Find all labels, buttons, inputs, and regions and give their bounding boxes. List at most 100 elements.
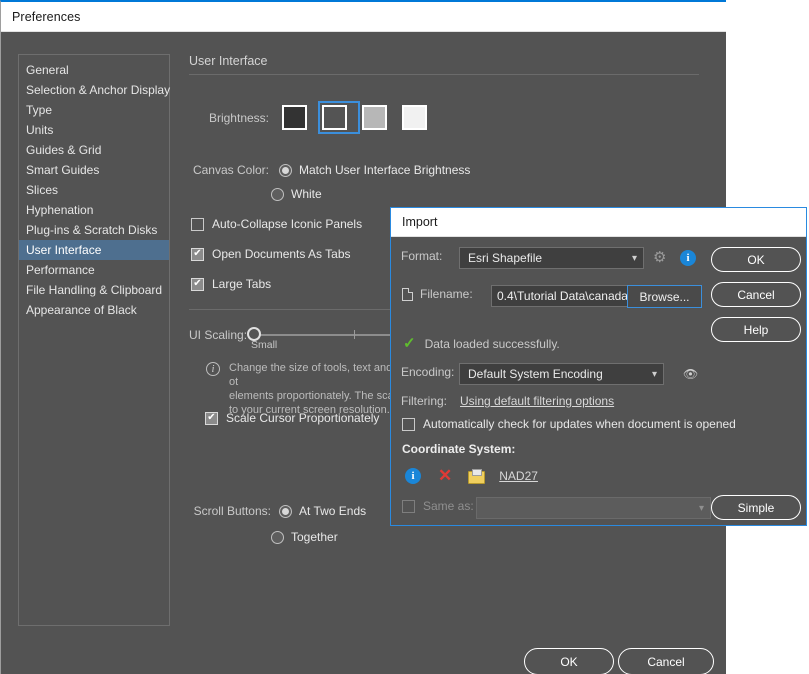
- chevron-down-icon: ▾: [631, 252, 637, 264]
- brightness-row: Brightness:: [189, 101, 489, 134]
- filtering-row: Filtering: Using default filtering optio…: [401, 394, 614, 408]
- red-x-icon[interactable]: ✕: [438, 467, 452, 484]
- brightness-swatch-dark-chip: [322, 105, 347, 130]
- same-as-row: Same as:: [402, 499, 474, 513]
- chevron-down-icon: ▾: [651, 368, 657, 380]
- sidebar-item-appearance-of-black[interactable]: Appearance of Black: [19, 300, 169, 320]
- auto-collapse-checkbox[interactable]: [191, 217, 204, 231]
- open-documents-as-tabs-row[interactable]: Open Documents As Tabs: [191, 247, 351, 261]
- scale-cursor-row[interactable]: Scale Cursor Proportionately: [205, 411, 379, 425]
- canvas-color-radio-white[interactable]: [271, 187, 284, 201]
- green-check-icon: ✓: [403, 335, 416, 352]
- filename-input[interactable]: 0.4\Tutorial Data\canada.shp: [491, 285, 638, 307]
- preferences-title: Preferences: [12, 9, 81, 24]
- auto-collapse-label: Auto-Collapse Iconic Panels: [212, 217, 363, 231]
- scroll-buttons-radio-together[interactable]: [271, 530, 284, 544]
- scale-cursor-checkbox[interactable]: [205, 411, 218, 425]
- status-row: ✓ Data loaded successfully.: [403, 336, 560, 351]
- ui-scaling-slider-tick: [354, 330, 356, 339]
- import-help-button[interactable]: Help: [711, 317, 801, 342]
- format-info-icon[interactable]: i: [680, 250, 696, 266]
- sidebar-item-plugins-scratch-disks[interactable]: Plug-ins & Scratch Disks: [19, 220, 169, 240]
- coordinate-system-row: i ✕ NAD27: [405, 467, 538, 484]
- import-titlebar: Import: [391, 208, 806, 237]
- canvas-color-radio-match-ui[interactable]: [279, 163, 292, 177]
- sidebar-item-general[interactable]: General: [19, 60, 169, 80]
- coordinate-system-value-link[interactable]: NAD27: [499, 469, 538, 483]
- canvas-color-row: Canvas Color: Match User Interface Brigh…: [189, 163, 470, 177]
- canvas-color-white-row: White: [271, 187, 322, 201]
- brightness-swatch-dark[interactable]: [318, 101, 360, 134]
- encoding-select-value: Default System Encoding: [468, 367, 603, 381]
- sidebar-item-slices[interactable]: Slices: [19, 180, 169, 200]
- format-select[interactable]: Esri Shapefile ▾: [459, 247, 644, 269]
- pane-title-divider: [189, 74, 699, 75]
- brightness-swatch-lightest[interactable]: [399, 102, 430, 133]
- ui-scaling-note-row: i Change the size of tools, text and ot …: [206, 361, 404, 417]
- filename-input-value: 0.4\Tutorial Data\canada.shp: [497, 289, 638, 303]
- preferences-ok-button[interactable]: OK: [524, 648, 614, 674]
- auto-collapse-row[interactable]: Auto-Collapse Iconic Panels: [191, 217, 362, 231]
- canvas-color-option-white-label: White: [291, 187, 322, 201]
- format-select-value: Esri Shapefile: [468, 251, 543, 265]
- encoding-select[interactable]: Default System Encoding ▾: [459, 363, 664, 385]
- sidebar-item-hyphenation[interactable]: Hyphenation: [19, 200, 169, 220]
- encoding-row: Encoding:: [401, 365, 454, 379]
- sidebar-item-performance[interactable]: Performance: [19, 260, 169, 280]
- ui-scaling-note-text: Change the size of tools, text and ot el…: [229, 362, 402, 416]
- import-title: Import: [402, 215, 438, 229]
- same-as-checkbox[interactable]: [402, 499, 415, 513]
- encoding-label: Encoding:: [401, 365, 455, 379]
- format-label: Format:: [401, 249, 443, 263]
- chevron-down-icon: ▾: [698, 502, 704, 514]
- import-dialog-body: Format: Esri Shapefile ▾ ⚙ i Filename: 0…: [391, 237, 806, 525]
- large-tabs-checkbox[interactable]: [191, 277, 204, 291]
- canvas-color-option-match-ui-label: Match User Interface Brightness: [299, 163, 471, 177]
- scale-cursor-label: Scale Cursor Proportionately: [226, 411, 380, 425]
- sidebar-item-guides-grid[interactable]: Guides & Grid: [19, 140, 169, 160]
- brightness-swatch-lightest-chip: [402, 105, 427, 130]
- scroll-buttons-label: Scroll Buttons:: [193, 504, 271, 518]
- import-dialog: Import Format: Esri Shapefile ▾ ⚙ i File…: [390, 207, 807, 526]
- brightness-label: Brightness:: [208, 110, 269, 125]
- brightness-swatch-light[interactable]: [359, 102, 399, 133]
- brightness-swatch-darkest[interactable]: [279, 102, 319, 133]
- auto-update-row[interactable]: Automatically check for updates when doc…: [402, 417, 736, 431]
- filtering-options-link[interactable]: Using default filtering options: [460, 394, 614, 408]
- large-tabs-row[interactable]: Large Tabs: [191, 277, 271, 291]
- eye-icon[interactable]: 👁: [683, 368, 698, 380]
- format-row: Format:: [401, 249, 449, 263]
- pane-title: User Interface: [189, 54, 268, 68]
- sidebar-item-units[interactable]: Units: [19, 120, 169, 140]
- same-as-select[interactable]: ▾: [476, 497, 711, 519]
- ui-scaling-min-label: Small: [251, 339, 278, 351]
- import-ok-button[interactable]: OK: [711, 247, 801, 272]
- filtering-label: Filtering:: [401, 394, 448, 408]
- auto-update-label: Automatically check for updates when doc…: [423, 417, 736, 431]
- open-documents-as-tabs-checkbox[interactable]: [191, 247, 204, 261]
- sidebar-item-smart-guides[interactable]: Smart Guides: [19, 160, 169, 180]
- scroll-buttons-radio-at-two-ends[interactable]: [279, 504, 292, 518]
- sidebar-item-file-handling-clipboard[interactable]: File Handling & Clipboard: [19, 280, 169, 300]
- info-icon: i: [206, 362, 220, 376]
- sidebar-item-type[interactable]: Type: [19, 100, 169, 120]
- import-simple-button[interactable]: Simple: [711, 495, 801, 520]
- import-cancel-button[interactable]: Cancel: [711, 282, 801, 307]
- auto-update-checkbox[interactable]: [402, 417, 415, 431]
- coordinate-system-header: Coordinate System:: [402, 442, 515, 456]
- document-icon: [402, 288, 413, 301]
- coordinate-system-info-icon[interactable]: i: [405, 467, 421, 484]
- gear-icon[interactable]: ⚙: [653, 250, 666, 265]
- preferences-cancel-button[interactable]: Cancel: [618, 648, 714, 674]
- scroll-buttons-row: Scroll Buttons: At Two Ends: [189, 504, 367, 518]
- save-folder-icon[interactable]: [468, 469, 486, 484]
- large-tabs-label: Large Tabs: [212, 277, 272, 291]
- sidebar-item-user-interface[interactable]: User Interface: [19, 240, 169, 260]
- browse-button[interactable]: Browse...: [627, 285, 702, 308]
- sidebar-item-selection-anchor-display[interactable]: Selection & Anchor Display: [19, 80, 170, 100]
- preferences-titlebar: Preferences: [1, 2, 726, 32]
- user-interface-pane: User Interface: [189, 54, 701, 75]
- scroll-buttons-option-at-two-ends-label: At Two Ends: [299, 504, 367, 518]
- preferences-category-list[interactable]: General Selection & Anchor Display Type …: [18, 54, 170, 626]
- status-text: Data loaded successfully.: [424, 336, 560, 351]
